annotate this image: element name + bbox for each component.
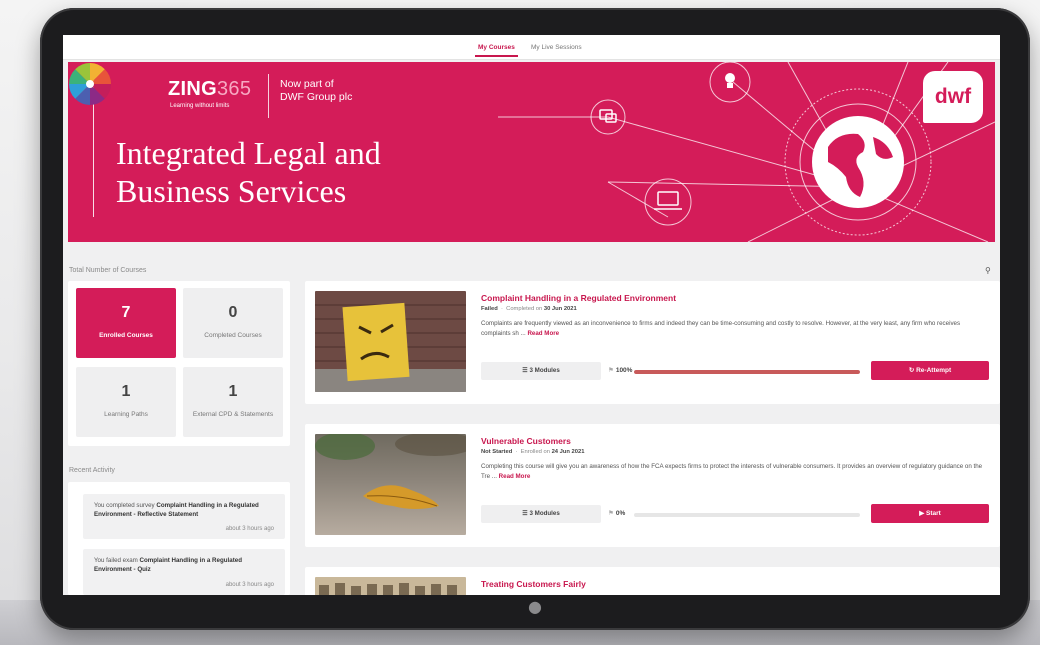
fallen-leaf-image — [315, 434, 466, 535]
stat-label: Enrolled Courses — [99, 332, 153, 339]
list-icon: ☰ — [522, 367, 528, 374]
list-icon: ☰ — [522, 510, 528, 517]
activity-item[interactable]: You completed survey Complaint Handling … — [83, 494, 285, 539]
retry-icon: ↻ — [908, 367, 915, 374]
activity-item[interactable]: You failed exam Complaint Handling in a … — [83, 549, 285, 595]
stat-value: 1 — [121, 383, 131, 400]
angry-face-image — [315, 291, 466, 392]
tab-my-live-sessions[interactable]: My Live Sessions — [531, 44, 582, 51]
stat-label: Completed Courses — [204, 332, 262, 339]
activity-time: about 3 hours ago — [225, 526, 274, 532]
recent-activity-panel: You completed survey Complaint Handling … — [68, 482, 290, 595]
dwf-logo: dwf — [923, 71, 983, 123]
stat-value: 1 — [228, 383, 238, 400]
course-thumbnail[interactable] — [315, 434, 466, 535]
stat-value: 7 — [121, 304, 131, 321]
progress-percent: ⚑ 0% — [608, 505, 625, 523]
progress-bar — [634, 513, 860, 517]
course-status: Not Started — [481, 449, 513, 455]
course-thumbnail[interactable] — [315, 291, 466, 392]
course-date: 30 Jun 2021 — [543, 306, 577, 312]
stats-heading: Total Number of Courses — [69, 267, 147, 274]
laptop-icon — [654, 191, 682, 210]
stat-value: 0 — [228, 304, 238, 321]
course-thumbnail[interactable] — [315, 577, 466, 595]
course-card: Vulnerable Customers Not Started · Enrol… — [305, 424, 1000, 547]
chat-icon — [599, 109, 617, 123]
course-title[interactable]: Vulnerable Customers — [481, 436, 571, 446]
stat-learning-paths[interactable]: 1 Learning Paths — [76, 367, 176, 437]
partner-line-2: DWF Group plc — [280, 91, 353, 103]
progress-label: 0% — [615, 510, 626, 517]
course-meta: Not Started · Enrolled on 24 Jun 2021 — [481, 449, 585, 455]
course-date-label: Enrolled on — [520, 449, 550, 455]
stat-enrolled-courses[interactable]: 7 Enrolled Courses — [76, 288, 176, 358]
network-line — [607, 181, 669, 218]
play-icon: ▶ — [919, 510, 925, 517]
course-status: Failed — [481, 306, 498, 312]
partner-text: Now part of DWF Group plc — [280, 78, 400, 104]
modules-button[interactable]: ☰ 3 Modules — [481, 362, 601, 380]
read-more-link[interactable]: Read More — [527, 330, 559, 337]
stat-label: External CPD & Statements — [192, 411, 274, 418]
laptop-node — [644, 178, 692, 226]
start-button[interactable]: ▶ Start — [871, 504, 989, 523]
partner-line-1: Now part of — [280, 78, 334, 90]
flag-icon: ⚑ — [608, 510, 614, 517]
search-icon[interactable]: ⚲ — [985, 266, 991, 275]
read-more-link[interactable]: Read More — [499, 473, 531, 480]
customers-image — [315, 577, 466, 595]
app-screen: My Courses My Live Sessions ZING365 Lear… — [63, 35, 1000, 595]
activity-time: about 3 hours ago — [225, 582, 274, 588]
stat-label: Learning Paths — [104, 411, 148, 418]
course-card: Complaint Handling in a Regulated Enviro… — [305, 281, 1000, 404]
course-title[interactable]: Treating Customers Fairly — [481, 579, 586, 589]
course-date-label: Completed on — [506, 306, 543, 312]
stat-completed-courses[interactable]: 0 Completed Courses — [183, 288, 283, 358]
banner-headline: Integrated Legal and Business Services — [116, 134, 566, 210]
flag-icon: ⚑ — [608, 367, 614, 374]
re-attempt-button[interactable]: ↻ Re-Attempt — [871, 361, 989, 380]
lightbulb-icon — [725, 73, 735, 88]
headline-line-1: Integrated Legal and — [116, 135, 381, 171]
modules-button[interactable]: ☰ 3 Modules — [481, 505, 601, 523]
progress-fill — [634, 370, 860, 374]
stat-external-cpd[interactable]: 1 External CPD & Statements — [183, 367, 283, 437]
modules-label: 3 Modules — [529, 510, 560, 517]
course-description: Completing this course will give you an … — [481, 462, 991, 482]
activity-prefix: You completed survey — [94, 502, 157, 509]
course-date: 24 Jun 2021 — [551, 449, 585, 455]
scene: ● My Courses My Live Sessions ZING365 Le… — [0, 0, 1040, 645]
headline-line-2: Business Services — [116, 173, 347, 209]
tab-my-courses[interactable]: My Courses — [475, 44, 518, 57]
zing-wheel-logo — [69, 63, 111, 105]
course-description: Complaints are frequently viewed as an i… — [481, 319, 991, 339]
activity-prefix: You failed exam — [94, 557, 140, 564]
hero-banner: ZING365 Learning without limits Now part… — [68, 62, 995, 242]
modules-label: 3 Modules — [529, 367, 560, 374]
button-label: Re-Attempt — [916, 367, 952, 374]
recent-activity-heading: Recent Activity — [69, 467, 115, 474]
top-nav: My Courses My Live Sessions — [63, 35, 1000, 60]
stats-panel: 7 Enrolled Courses 0 Completed Courses 1… — [68, 281, 290, 446]
progress-percent: ⚑ 100% — [608, 362, 632, 380]
course-meta: Failed · Completed on 30 Jun 2021 — [481, 306, 577, 312]
button-label: Start — [926, 510, 941, 517]
course-description-text: Completing this course will give you an … — [481, 463, 983, 480]
brand-separator — [268, 74, 269, 118]
course-title[interactable]: Complaint Handling in a Regulated Enviro… — [481, 293, 676, 303]
brand-tagline: Learning without limits — [170, 103, 230, 109]
course-card: Treating Customers Fairly — [305, 567, 1000, 595]
brand-name: ZING365 — [168, 78, 252, 100]
apple-icon: ● — [528, 597, 542, 616]
progress-bar — [634, 370, 860, 374]
progress-label: 100% — [615, 367, 633, 374]
